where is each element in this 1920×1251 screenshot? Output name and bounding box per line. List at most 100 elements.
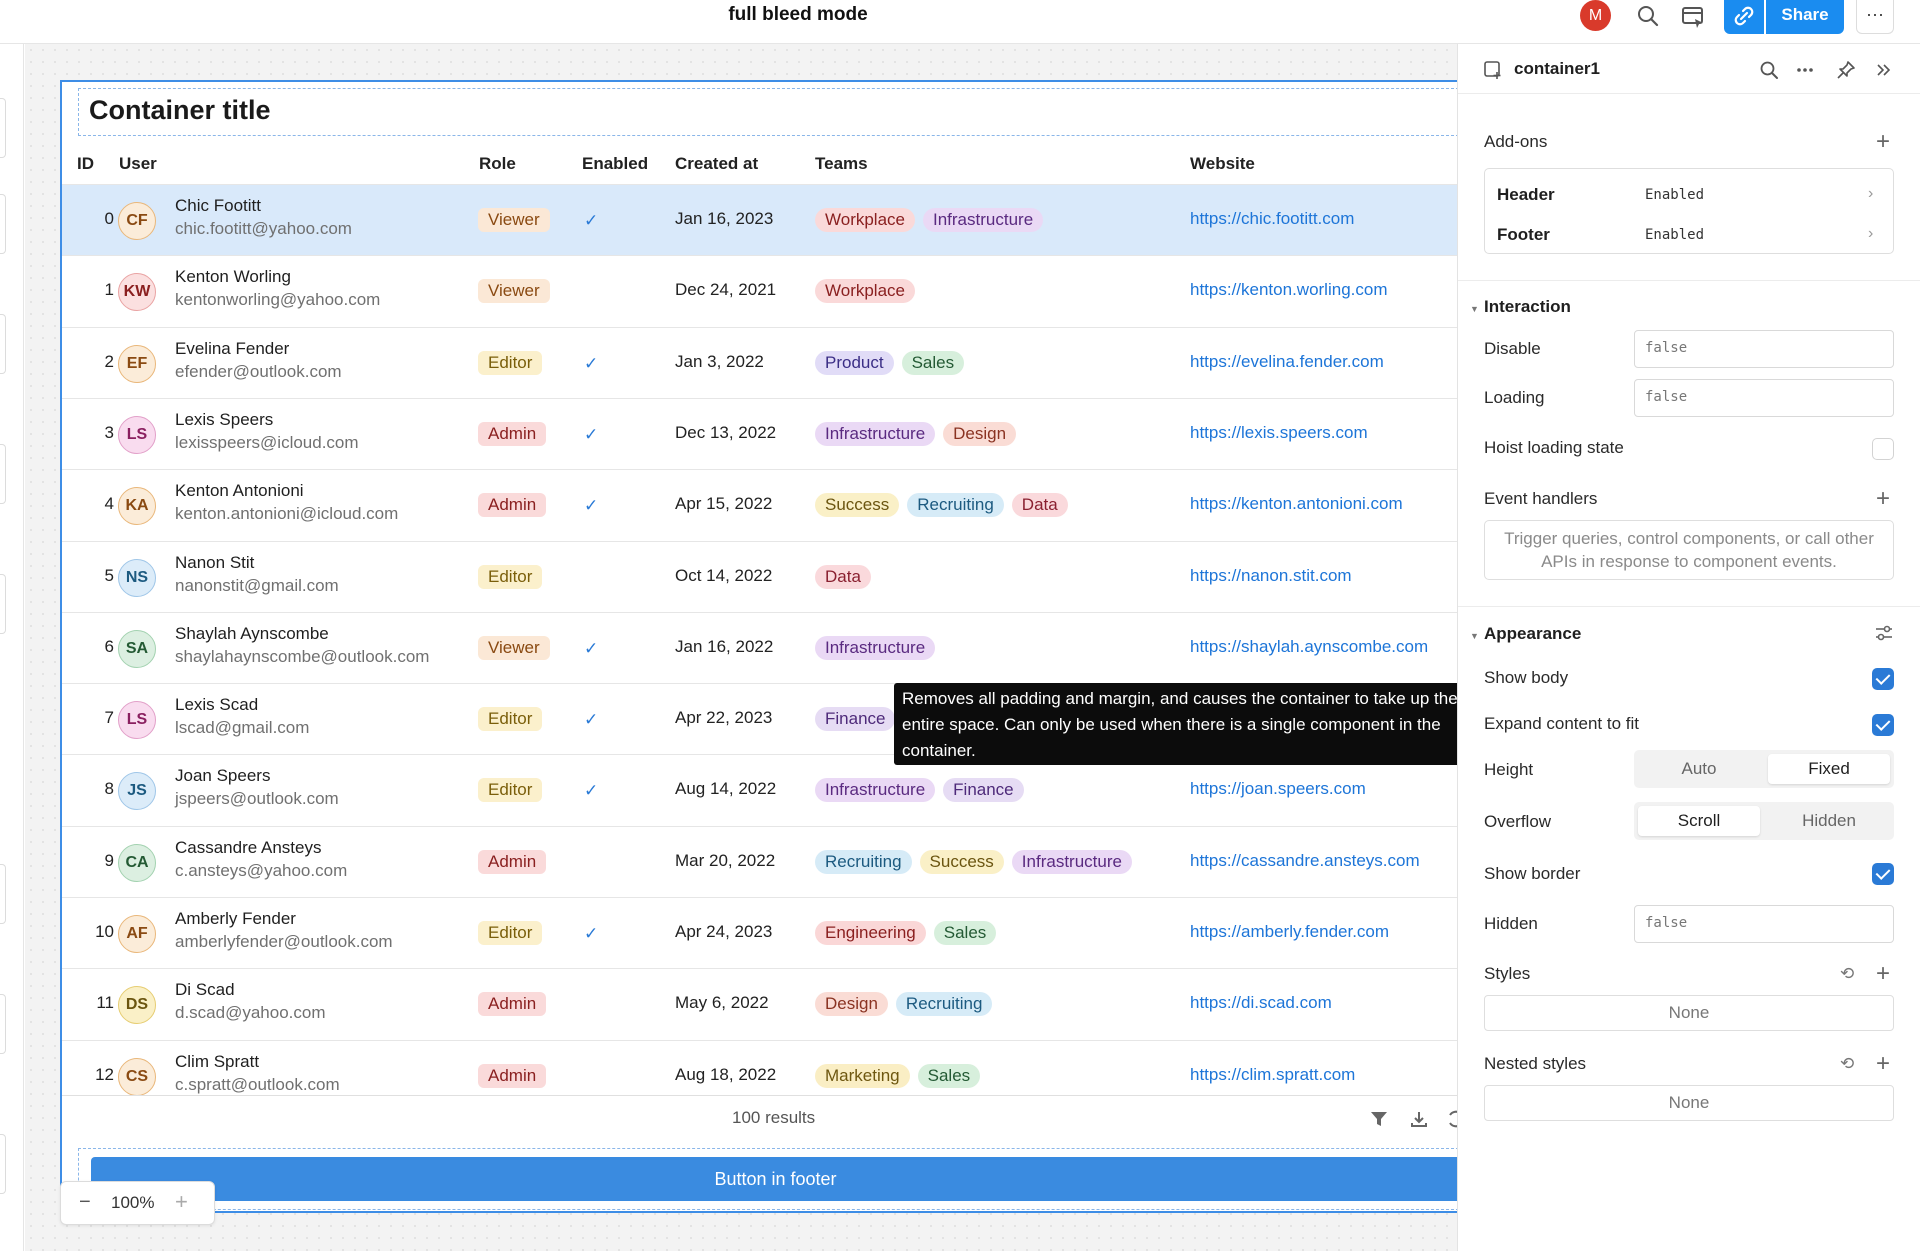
reset-icon[interactable]: ⟲ <box>1840 964 1854 984</box>
caret-down-icon[interactable]: ▼ <box>1470 631 1479 641</box>
created-at: Apr 15, 2022 <box>675 494 773 513</box>
role-badge: Editor <box>478 707 543 731</box>
search-icon[interactable] <box>1758 59 1780 81</box>
website-link[interactable]: https://chic.footitt.com <box>1190 209 1354 229</box>
reset-icon[interactable]: ⟲ <box>1840 1054 1854 1074</box>
table-row[interactable]: 9 CA Cassandre Ansteys c.ansteys@yahoo.com A… <box>62 826 1459 897</box>
footer-button[interactable]: Button in footer <box>91 1157 1460 1201</box>
disable-label: Disable <box>1484 339 1541 358</box>
more-menu-button[interactable]: ··· <box>1856 0 1894 34</box>
column-header-website[interactable]: Website <box>1190 154 1255 174</box>
role-badge: Editor <box>478 921 543 945</box>
style-settings-icon[interactable] <box>1873 622 1895 644</box>
zoom-level[interactable]: 100% <box>111 1193 154 1213</box>
preview-icon[interactable] <box>1679 2 1707 30</box>
created-at: Apr 22, 2023 <box>675 708 773 727</box>
column-header-created-at[interactable]: Created at <box>675 154 758 174</box>
add-event-handler-button[interactable]: + <box>1876 487 1890 511</box>
share-button[interactable]: Share <box>1766 0 1844 34</box>
zoom-out-button[interactable]: − <box>79 1191 91 1214</box>
add-style-button[interactable]: + <box>1876 962 1890 986</box>
gutter-tab[interactable] <box>0 574 6 634</box>
download-icon[interactable] <box>1409 1109 1429 1129</box>
table-row[interactable]: 10 AF Amberly Fender amberlyfender@outlook.… <box>62 897 1459 968</box>
column-header-enabled[interactable]: Enabled <box>582 154 648 174</box>
gutter-tab[interactable] <box>0 444 6 504</box>
avatar: CS <box>118 1058 156 1096</box>
hidden-input[interactable]: false <box>1634 905 1894 943</box>
gutter-tab[interactable] <box>0 994 6 1054</box>
loading-input[interactable]: false <box>1634 379 1894 417</box>
gutter-tab[interactable] <box>0 194 6 254</box>
copy-link-button[interactable] <box>1724 0 1764 34</box>
column-header-role[interactable]: Role <box>479 154 516 174</box>
filter-icon[interactable] <box>1369 1109 1389 1129</box>
column-header-teams[interactable]: Teams <box>815 154 868 174</box>
website-link[interactable]: https://kenton.worling.com <box>1190 280 1387 300</box>
website-link[interactable]: https://nanon.stit.com <box>1190 566 1352 586</box>
disable-input[interactable]: false <box>1634 330 1894 368</box>
cell-id: 0 <box>104 209 114 228</box>
website-link[interactable]: https://evelina.fender.com <box>1190 352 1384 372</box>
website-link[interactable]: https://kenton.antonioni.com <box>1190 494 1403 514</box>
container-component-icon <box>1484 61 1501 79</box>
overflow-option-scroll[interactable]: Scroll <box>1638 806 1760 836</box>
show-border-checkbox[interactable] <box>1872 863 1894 885</box>
gutter-tab[interactable] <box>0 314 6 374</box>
caret-down-icon[interactable]: ▼ <box>1470 304 1479 314</box>
add-addon-button[interactable]: + <box>1876 130 1890 154</box>
teams-cell: Design Recruiting <box>815 992 1000 1016</box>
container-header[interactable]: Container title <box>78 88 1459 136</box>
website-link[interactable]: https://cassandre.ansteys.com <box>1190 851 1420 871</box>
container-title[interactable]: Container title <box>89 95 271 126</box>
table-row[interactable]: 3 LS Lexis Speers lexisspeers@icloud.com Adm… <box>62 398 1459 469</box>
inspector-panel: container1 Add-ons + Header Enabled › Fo… <box>1457 44 1920 1251</box>
container-footer[interactable]: Button in footer <box>78 1148 1460 1210</box>
website-link[interactable]: https://shaylah.aynscombe.com <box>1190 637 1428 657</box>
add-nested-style-button[interactable]: + <box>1876 1052 1890 1076</box>
more-options-icon[interactable] <box>1794 59 1816 81</box>
interaction-section-title[interactable]: Interaction <box>1484 297 1571 317</box>
event-handlers-empty-state[interactable]: Trigger queries, control components, or … <box>1484 520 1894 580</box>
website-link[interactable]: https://amberly.fender.com <box>1190 922 1389 942</box>
table-row[interactable]: 11 DS Di Scad d.scad@yahoo.com Admin May 6, 2… <box>62 968 1459 1039</box>
table-row[interactable]: 1 KW Kenton Worling kentonworling@yahoo.com… <box>62 255 1459 326</box>
overflow-option-hidden[interactable]: Hidden <box>1768 806 1890 836</box>
hoist-loading-checkbox[interactable] <box>1872 438 1894 460</box>
appearance-section-title[interactable]: Appearance <box>1484 624 1581 644</box>
height-option-fixed[interactable]: Fixed <box>1768 754 1890 784</box>
website-link[interactable]: https://lexis.speers.com <box>1190 423 1368 443</box>
user-email: efender@outlook.com <box>175 362 342 381</box>
team-tag: Sales <box>901 351 965 375</box>
avatar: LS <box>118 701 156 739</box>
column-header-id[interactable]: ID <box>77 154 94 174</box>
column-header-user[interactable]: User <box>119 154 157 174</box>
avatar: AF <box>118 915 156 953</box>
table-row[interactable]: 6 SA Shaylah Aynscombe shaylahaynscombe@out… <box>62 612 1459 683</box>
gutter-tab[interactable] <box>0 864 6 924</box>
teams-cell: Engineering Sales <box>815 921 1004 945</box>
pin-icon[interactable] <box>1835 59 1857 81</box>
role-badge: Editor <box>478 565 543 589</box>
collapse-panel-icon[interactable] <box>1873 59 1895 81</box>
search-icon[interactable] <box>1634 2 1662 30</box>
table-row[interactable]: 4 KA Kenton Antonioni kenton.antonioni@iclo… <box>62 469 1459 540</box>
website-link[interactable]: https://di.scad.com <box>1190 993 1332 1013</box>
table-row[interactable]: 5 NS Nanon Stit nanonstit@gmail.com Editor Oc… <box>62 541 1459 612</box>
website-link[interactable]: https://clim.spratt.com <box>1190 1065 1355 1085</box>
expand-content-checkbox[interactable] <box>1872 714 1894 736</box>
styles-value[interactable]: None <box>1484 995 1894 1031</box>
zoom-in-button[interactable]: + <box>175 1189 188 1215</box>
website-link[interactable]: https://joan.speers.com <box>1190 779 1366 799</box>
height-option-auto[interactable]: Auto <box>1638 754 1760 784</box>
container-component[interactable]: Container title ID User Role Enabled Cre… <box>60 80 1460 1213</box>
user-avatar[interactable]: M <box>1580 0 1611 31</box>
gutter-tab[interactable] <box>0 1134 6 1194</box>
gutter-tab[interactable] <box>0 98 6 158</box>
nested-styles-value[interactable]: None <box>1484 1085 1894 1121</box>
component-name[interactable]: container1 <box>1514 59 1600 79</box>
table-row[interactable]: 0 CF Chic Footitt chic.footitt@yahoo.com Vie… <box>62 184 1459 255</box>
team-tag: Marketing <box>815 1064 910 1088</box>
table-row[interactable]: 2 EF Evelina Fender efender@outlook.com Edit… <box>62 327 1459 398</box>
show-body-checkbox[interactable] <box>1872 668 1894 690</box>
